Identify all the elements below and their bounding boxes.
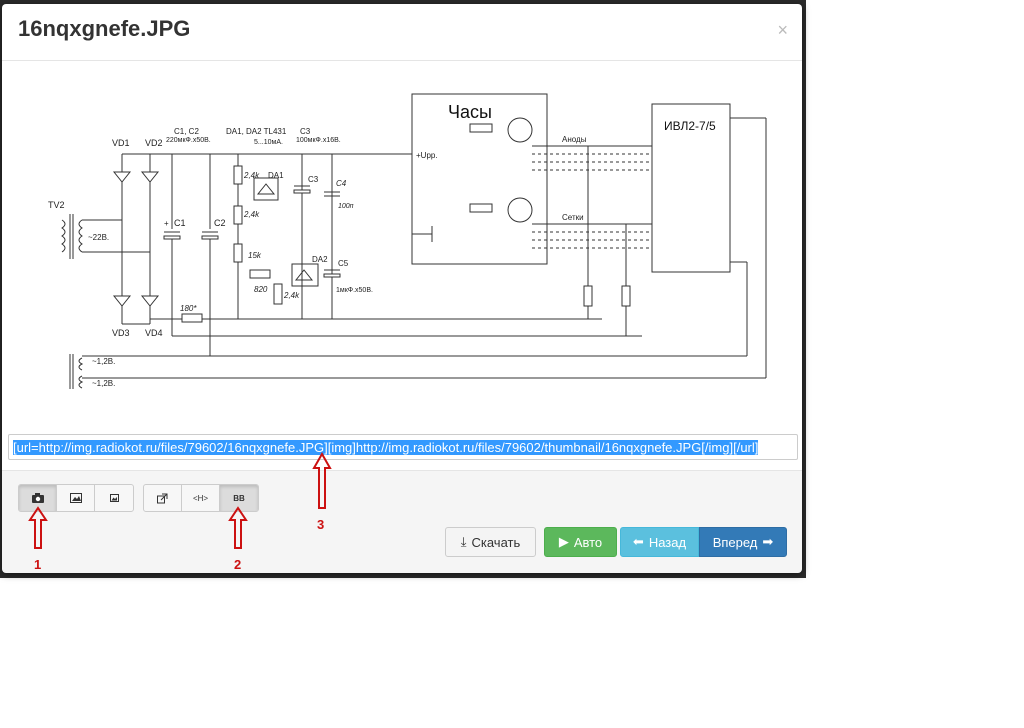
svg-text:15k: 15k bbox=[248, 251, 262, 260]
modal-title: 16nqxgnefe.JPG bbox=[18, 16, 191, 41]
svg-text:C1, C2: C1, C2 bbox=[174, 127, 199, 136]
svg-text:VD4: VD4 bbox=[145, 328, 163, 338]
auto-label: Авто bbox=[573, 534, 603, 550]
svg-text:+: + bbox=[164, 219, 169, 228]
svg-text:C2: C2 bbox=[214, 218, 226, 228]
download-label: Скачать bbox=[471, 534, 521, 550]
svg-text:5...10мА.: 5...10мА. bbox=[254, 139, 283, 146]
svg-text:1мкФ.х50В.: 1мкФ.х50В. bbox=[336, 287, 373, 294]
svg-text:2,4k: 2,4k bbox=[283, 291, 300, 300]
annotation-number-2: 2 bbox=[234, 557, 242, 572]
svg-text:+Upp.: +Upp. bbox=[416, 151, 438, 160]
annotation-arrow-2 bbox=[228, 506, 248, 549]
bbcode-url-field[interactable]: [url=http://img.radiokot.ru/files/79602/… bbox=[8, 434, 798, 460]
back-button[interactable]: ⬅ Назад bbox=[620, 527, 699, 557]
next-button[interactable]: Вперед ➡ bbox=[699, 527, 787, 557]
svg-text:C5: C5 bbox=[338, 259, 349, 268]
regulator-block: DA1, DA2 TL431 5...10мА. 2,4k 2,4k 15k D… bbox=[164, 127, 373, 319]
small-image-icon bbox=[109, 494, 119, 502]
svg-text:180*: 180* bbox=[180, 304, 197, 313]
selected-url-text: [url=http://img.radiokot.ru/files/79602/… bbox=[13, 440, 759, 455]
svg-text:~1,2В.: ~1,2В. bbox=[92, 357, 115, 366]
schematic-image: TV2 ~22В. ~1,2В. ~1,2В. VD1 VD2 VD3 VD4 bbox=[48, 93, 767, 389]
svg-text:100мкФ.х16В.: 100мкФ.х16В. bbox=[296, 137, 341, 144]
svg-text:TV2: TV2 bbox=[48, 200, 65, 210]
svg-text:ИВЛ2-7/5: ИВЛ2-7/5 bbox=[664, 119, 716, 133]
clock-block: Часы +Upp. Аноды Сетки bbox=[411, 93, 652, 336]
annotation-arrow-3 bbox=[312, 452, 332, 509]
caps-c1-c2: C1, C2 220мкФ.х50В. C1 C2 180* bbox=[163, 127, 226, 356]
bbcode-icon: BB bbox=[233, 493, 245, 503]
html-code-icon: <H> bbox=[192, 493, 209, 503]
arrow-left-icon: ⬅ bbox=[632, 534, 644, 549]
svg-text:VD2: VD2 bbox=[145, 138, 163, 148]
play-icon: ▶ bbox=[558, 534, 569, 549]
svg-text:DA2: DA2 bbox=[312, 255, 328, 264]
svg-text:Аноды: Аноды bbox=[562, 135, 587, 144]
auto-button[interactable]: ▶ Авто bbox=[544, 527, 617, 557]
annotation-arrow-1 bbox=[28, 506, 48, 549]
svg-text:~1,2В.: ~1,2В. bbox=[92, 379, 115, 388]
transformer-tv2: TV2 ~22В. ~1,2В. ~1,2В. bbox=[48, 200, 115, 389]
annotation-number-3: 3 bbox=[317, 517, 325, 532]
annotation-number-1: 1 bbox=[34, 557, 42, 572]
display-block: ИВЛ2-7/5 bbox=[651, 103, 766, 273]
image-icon bbox=[69, 493, 82, 503]
arrow-right-icon: ➡ bbox=[762, 534, 774, 549]
external-link-icon bbox=[157, 493, 168, 503]
external-link-button[interactable] bbox=[144, 485, 182, 511]
svg-text:~22В.: ~22В. bbox=[88, 233, 109, 242]
svg-text:220мкФ.х50В.: 220мкФ.х50В. bbox=[166, 137, 211, 144]
download-icon: ⤓ bbox=[460, 534, 467, 549]
svg-text:2,4k: 2,4k bbox=[243, 210, 260, 219]
download-button[interactable]: ⤓ Скачать bbox=[445, 527, 536, 557]
svg-text:C3: C3 bbox=[308, 175, 319, 184]
next-label: Вперед bbox=[712, 534, 758, 550]
svg-text:Сетки: Сетки bbox=[562, 213, 584, 222]
svg-text:C1: C1 bbox=[174, 218, 186, 228]
svg-text:Часы: Часы bbox=[448, 102, 492, 122]
svg-text:100п: 100п bbox=[338, 203, 354, 210]
svg-text:VD3: VD3 bbox=[112, 328, 130, 338]
svg-text:C3: C3 bbox=[300, 127, 311, 136]
svg-text:820: 820 bbox=[254, 285, 268, 294]
html-code-button[interactable]: <H> bbox=[182, 485, 220, 511]
camera-icon bbox=[31, 493, 44, 503]
small-image-button[interactable] bbox=[95, 485, 133, 511]
svg-text:VD1: VD1 bbox=[112, 138, 130, 148]
image-button[interactable] bbox=[57, 485, 95, 511]
header-divider bbox=[2, 60, 802, 61]
back-label: Назад bbox=[648, 534, 687, 550]
svg-text:DA1: DA1 bbox=[268, 171, 284, 180]
close-button[interactable]: × bbox=[777, 20, 788, 41]
svg-text:DA1, DA2 TL431: DA1, DA2 TL431 bbox=[226, 127, 287, 136]
svg-text:C4: C4 bbox=[336, 179, 347, 188]
